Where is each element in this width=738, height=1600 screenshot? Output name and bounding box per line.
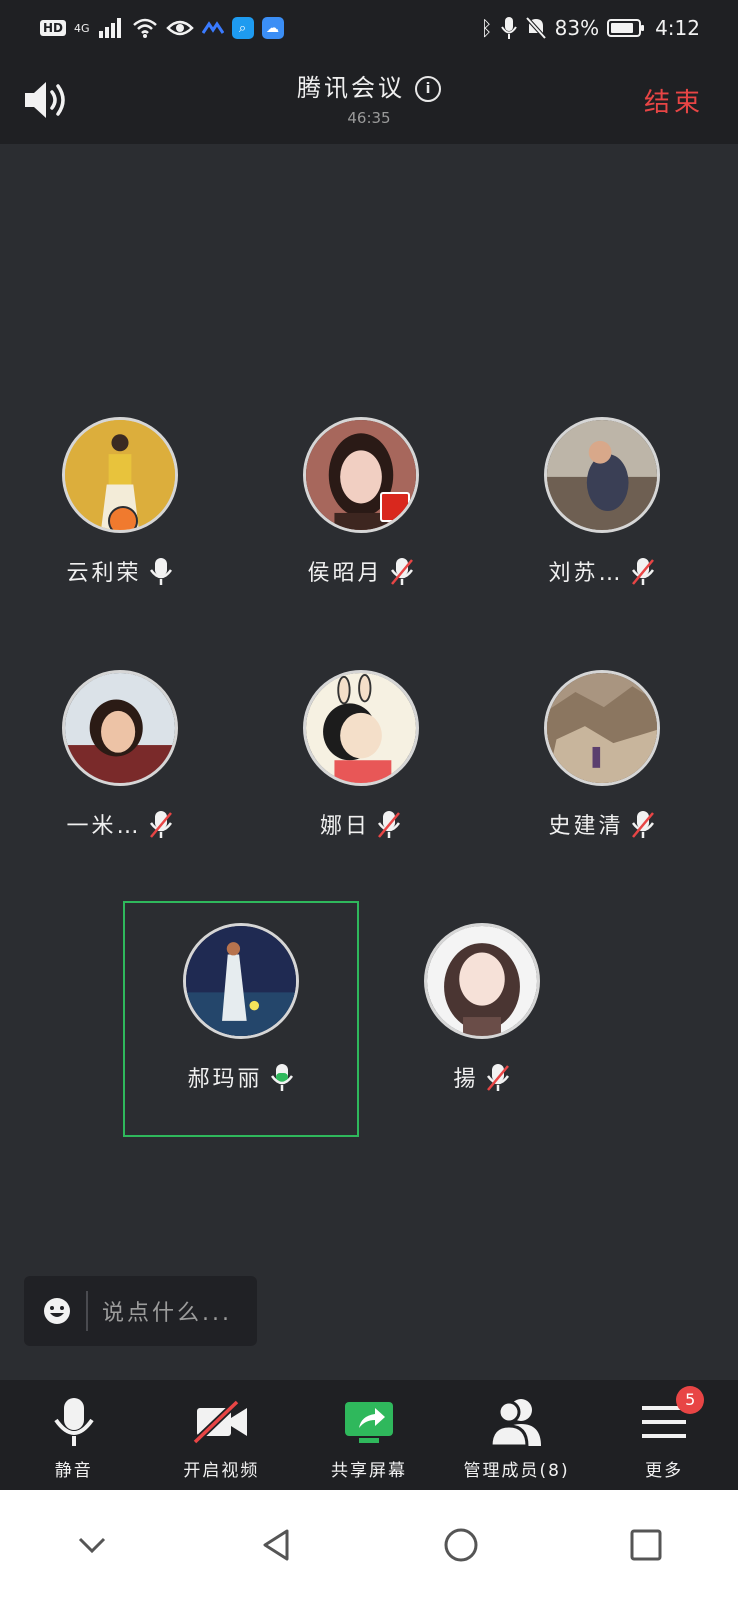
mic-muted-icon [486,1064,509,1091]
participant-name: 揚 [453,1067,479,1092]
participant-tile-active[interactable]: 郝玛丽 [121,923,361,1093]
avatar [424,923,540,1039]
participant-name: 云利荣 [66,561,142,586]
mic-muted-icon [631,811,654,838]
participant-tile[interactable]: 一米… [0,670,240,840]
avatar-image [186,926,296,1036]
manage-members-button[interactable]: 管理成员(8) [447,1380,587,1481]
signal-icon [98,18,121,38]
video-label: 开启视频 [183,1461,260,1481]
mute-button[interactable]: 静音 [4,1380,144,1481]
share-label: 共享屏幕 [330,1461,407,1481]
mic-muted-icon [390,558,413,585]
participant-name: 一米… [66,814,142,839]
participant-tile[interactable]: 刘苏… [482,417,722,587]
avatar-image [547,673,657,783]
status-mic-icon [500,17,517,39]
search-app-icon: ⌕ [231,17,254,39]
mic-on-icon [149,558,172,585]
chat-input[interactable]: 说点什么... [24,1276,257,1346]
participant-name: 史建清 [548,814,624,839]
avatar [303,670,419,786]
chevron-down-icon[interactable] [72,1525,112,1565]
participant-tile[interactable]: 侯昭月 [241,417,481,587]
end-meeting-button[interactable]: 结束 [644,82,704,119]
share-screen-button[interactable]: 共享屏幕 [299,1380,439,1481]
clock: 4:12 [655,16,700,40]
avatar [62,670,178,786]
host-badge-icon [108,506,138,530]
meeting-timer: 46:35 [347,109,391,127]
info-icon[interactable]: i [415,76,441,102]
avatar [62,417,178,533]
participant-name: 刘苏… [548,561,624,586]
meeting-screen: HD 4G ⌕ ☁ ᛒ 83% 4:12 腾讯会议 i 46:35 结束 云利荣… [0,0,738,1600]
share-screen-icon [344,1402,393,1443]
battery-percent: 83% [554,16,600,40]
avatar [183,923,299,1039]
notification-badge: 5 [676,1386,705,1414]
status-right: ᛒ 83% 4:12 [481,16,700,40]
meeting-header: 腾讯会议 i 46:35 结束 [0,56,738,144]
participant-tile[interactable]: 云利荣 [0,417,240,587]
network-type: 4G [74,21,90,35]
chat-placeholder: 说点什么... [102,1301,232,1326]
status-bar: HD 4G ⌕ ☁ ᛒ 83% 4:12 [0,0,738,56]
chat-divider [86,1291,88,1331]
home-icon[interactable] [441,1525,481,1565]
bluetooth-icon: ᛒ [480,16,493,40]
system-navigation-bar [0,1490,738,1600]
avatar [544,670,660,786]
silent-bell-icon [525,16,547,40]
mic-speaking-icon [270,1064,293,1091]
more-button[interactable]: 5 更多 [594,1380,734,1481]
flag-badge-icon [380,492,410,522]
meeting-title-area: 腾讯会议 i 46:35 [0,68,738,127]
avatar [544,417,660,533]
meeting-title: 腾讯会议 [297,74,405,102]
microphone-icon [54,1398,94,1446]
start-video-button[interactable]: 开启视频 [151,1380,291,1481]
status-left: HD 4G ⌕ ☁ [40,17,284,39]
participant-tile[interactable]: 史建清 [482,670,722,840]
avatar-image [547,420,657,530]
participant-tile[interactable]: 娜日 [241,670,481,840]
avatar [303,417,419,533]
mute-label: 静音 [54,1461,93,1481]
members-icon [489,1399,541,1448]
hd-indicator: HD [40,20,67,36]
recents-icon[interactable] [626,1525,666,1565]
mic-muted-icon [631,558,654,585]
video-off-icon [192,1399,248,1445]
back-icon[interactable] [257,1525,297,1565]
app-notification-icon [201,21,224,34]
battery-icon [607,19,645,37]
participant-tile[interactable]: 揚 [362,923,602,1093]
meeting-toolbar: 静音 开启视频 共享屏幕 管理成员(8) 5 更多 [0,1380,738,1490]
more-label: 更多 [645,1461,684,1481]
avatar-image [65,673,175,783]
emoji-icon[interactable] [42,1296,72,1326]
cloud-app-icon: ☁ [261,17,284,39]
battery-fill [611,23,634,33]
members-label: 管理成员(8) [463,1461,570,1481]
mic-muted-icon [377,811,401,838]
avatar-image [427,926,537,1036]
wifi-icon [132,18,157,38]
participant-name: 娜日 [319,814,370,839]
mic-muted-icon [149,811,172,838]
eye-icon [165,20,194,36]
avatar-image [306,673,416,783]
participant-name: 侯昭月 [307,561,383,586]
participant-name: 郝玛丽 [187,1067,263,1092]
